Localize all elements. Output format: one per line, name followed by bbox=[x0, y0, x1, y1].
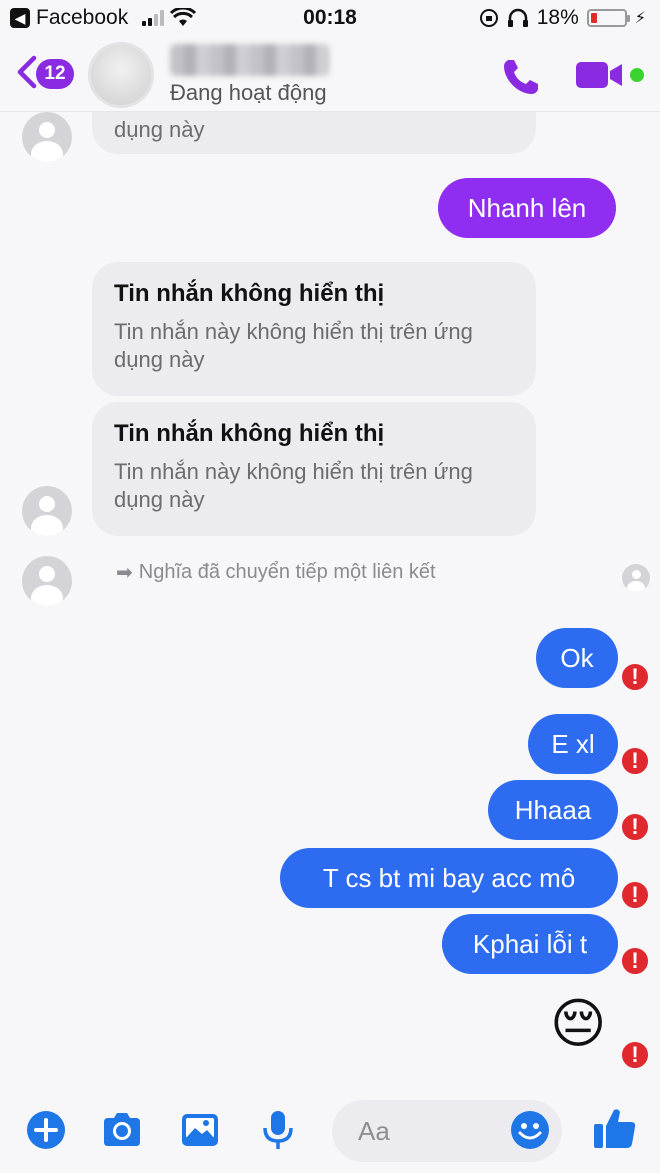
video-call-icon[interactable] bbox=[574, 58, 626, 92]
hidden-message-bubble[interactable]: Tin nhắn không hiển thị Tin nhắn này khô… bbox=[92, 262, 536, 396]
send-failed-icon[interactable]: ! bbox=[620, 1040, 650, 1070]
phone-call-icon[interactable] bbox=[500, 56, 542, 98]
sent-message[interactable]: T cs bt mi bay acc mô bbox=[280, 848, 618, 908]
message-list[interactable]: dụng này Nhanh lên Tin nhắn không hiển t… bbox=[0, 112, 660, 1090]
contact-avatar-small[interactable] bbox=[22, 112, 72, 162]
rotation-lock-icon bbox=[479, 9, 498, 27]
battery-level-fill bbox=[590, 13, 598, 23]
send-failed-icon[interactable]: ! bbox=[620, 812, 650, 842]
composer-bar bbox=[0, 1090, 660, 1173]
contact-avatar-small[interactable] bbox=[22, 556, 72, 606]
online-status-dot bbox=[630, 68, 644, 82]
camera-icon[interactable] bbox=[100, 1108, 144, 1152]
seen-avatar bbox=[622, 564, 650, 592]
emoji-icon[interactable] bbox=[508, 1108, 552, 1152]
contact-avatar[interactable] bbox=[88, 42, 154, 108]
microphone-icon[interactable] bbox=[256, 1108, 300, 1152]
send-failed-icon[interactable]: ! bbox=[620, 880, 650, 910]
contact-avatar-small[interactable] bbox=[22, 486, 72, 536]
send-failed-icon[interactable]: ! bbox=[620, 946, 650, 976]
sent-message[interactable]: E xl bbox=[528, 714, 618, 774]
image-icon[interactable] bbox=[178, 1108, 222, 1152]
plus-icon[interactable] bbox=[24, 1108, 68, 1152]
sent-message[interactable]: Kphai lỗi t bbox=[442, 914, 618, 974]
sent-message[interactable]: Ok bbox=[536, 628, 618, 688]
contact-name-blurred[interactable] bbox=[170, 44, 330, 76]
sent-message[interactable]: Hhaaa bbox=[488, 780, 618, 840]
unread-count-badge[interactable]: 12 bbox=[36, 59, 74, 89]
hidden-message-title: Tin nhắn không hiển thị bbox=[114, 420, 385, 447]
hidden-message-body: dụng này bbox=[114, 117, 205, 142]
forwarded-link-notice: ➡ Nghĩa đã chuyển tiếp một liên kết bbox=[116, 560, 436, 585]
sent-message-nhanh-len[interactable]: Nhanh lên bbox=[438, 178, 616, 238]
sent-emoji-pensive[interactable]: 😔 bbox=[550, 994, 606, 1054]
contact-active-status: Đang hoạt động bbox=[170, 80, 327, 105]
charging-icon: ⚡ bbox=[634, 10, 646, 27]
hidden-message-body: Tin nhắn này không hiển thị trên ứng dụn… bbox=[114, 459, 473, 512]
battery-percent: 18% bbox=[536, 6, 579, 29]
hidden-message-body: Tin nhắn này không hiển thị trên ứng dụn… bbox=[114, 319, 473, 372]
send-failed-icon[interactable]: ! bbox=[620, 746, 650, 776]
conversation-header: 12 Đang hoạt động bbox=[0, 36, 660, 112]
thumbs-up-icon[interactable] bbox=[590, 1104, 640, 1154]
status-bar: ◀ Facebook 00:18 18% ⚡ bbox=[0, 0, 660, 36]
hidden-message-bubble-partial[interactable]: dụng này bbox=[92, 112, 536, 154]
battery-icon bbox=[586, 9, 630, 27]
forwarded-link-text: Nghĩa đã chuyển tiếp một liên kết bbox=[138, 561, 436, 583]
status-right: 18% ⚡ bbox=[479, 6, 646, 30]
hidden-message-title: Tin nhắn không hiển thị bbox=[114, 280, 385, 307]
headphones-icon bbox=[507, 8, 528, 27]
send-failed-icon[interactable]: ! bbox=[620, 662, 650, 692]
hidden-message-bubble[interactable]: Tin nhắn không hiển thị Tin nhắn này khô… bbox=[92, 402, 536, 536]
forward-arrow-icon: ➡ bbox=[116, 562, 133, 584]
